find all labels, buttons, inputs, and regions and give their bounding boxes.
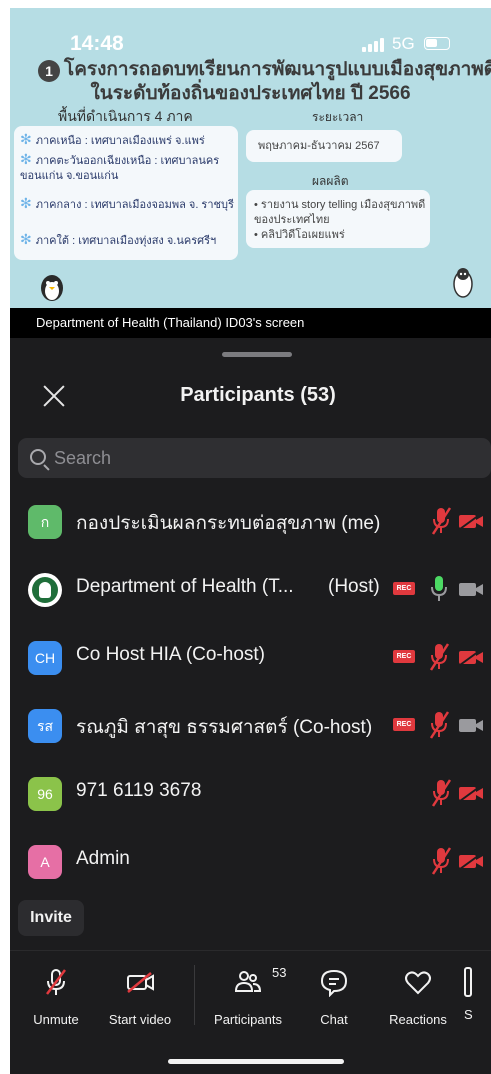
status-time: 14:48: [70, 32, 124, 55]
rec-badge: REC: [393, 718, 415, 731]
reactions-label: Reactions: [389, 1012, 447, 1027]
sheet-grabber[interactable]: [222, 352, 292, 357]
mic-muted-icon[interactable]: [428, 642, 450, 672]
participant-name: Co Host HIA (Co-host): [76, 644, 265, 665]
penguin-sticker-icon: [453, 268, 473, 298]
participants-icon: [234, 971, 262, 992]
participant-row[interactable]: ก กองประเมินผลกระทบต่อสุขภาพ (me): [10, 488, 491, 556]
participants-count: 53: [272, 965, 287, 980]
search-icon: [30, 449, 46, 465]
panel-title: Participants (53): [180, 384, 336, 406]
signal-icon: [362, 36, 386, 52]
areas-heading: พื้นที่ดำเนินการ 4 ภาค: [58, 108, 193, 124]
mic-muted-icon[interactable]: [430, 778, 452, 808]
participants-sheet: Participants (53) Search ก กองประเมินผลก…: [10, 338, 491, 1074]
mic-muted-icon[interactable]: [430, 846, 452, 876]
participant-row[interactable]: 96 971 6119 3678: [10, 760, 491, 828]
participant-name: Department of Health (T...: [76, 576, 294, 597]
video-off-icon[interactable]: [458, 852, 484, 870]
participants-label: Participants: [214, 1012, 282, 1027]
video-off-icon: [127, 972, 154, 993]
avatar: CH: [28, 641, 62, 675]
mic-muted-icon: [46, 969, 66, 995]
network-label: 5G: [392, 34, 415, 53]
start-video-label: Start video: [108, 1012, 172, 1027]
meeting-toolbar: Unmute Start video Participants 53 Chat …: [10, 950, 491, 1074]
chat-button[interactable]: Chat: [294, 967, 374, 1027]
phone-screen: 14:48 5G 1 โครงการถอดบทเรียนการพัฒนารูปแ…: [10, 8, 491, 1074]
toolbar-divider: [194, 965, 195, 1025]
search-placeholder: Search: [54, 448, 112, 468]
output-panel: • รายงาน story telling เมืองสุขภาพดี ของ…: [246, 190, 430, 248]
unmute-button[interactable]: Unmute: [16, 967, 96, 1027]
reactions-button[interactable]: Reactions: [378, 967, 458, 1027]
more-icon: [464, 967, 472, 997]
snowflake-icon: ✻: [20, 151, 32, 167]
mic-muted-icon[interactable]: [430, 506, 452, 536]
video-on-icon[interactable]: [458, 716, 484, 734]
snowflake-icon: ✻: [20, 231, 32, 247]
participant-name: รณภูมิ สาสุข ธรรมศาสตร์ (Co-host): [76, 717, 373, 738]
participant-row[interactable]: Department of Health (T... (Host) REC: [10, 556, 491, 624]
area-item: ✻ ภาคใต้ : เทศบาลเมืองทุ่งสง จ.นครศรีฯ: [20, 231, 217, 248]
video-off-icon[interactable]: [458, 512, 484, 530]
output-item: • รายงาน story telling เมืองสุขภาพดี ของ…: [254, 199, 426, 226]
participant-name: 971 6119 3678: [76, 780, 202, 801]
participant-name: กองประเมินผลกระทบต่อสุขภาพ (me): [76, 513, 381, 534]
avatar: 96: [28, 777, 62, 811]
area-item: ✻ ภาคเหนือ : เทศบาลเมืองแพร่ จ.แพร่: [20, 131, 205, 148]
area-item: ✻ ภาคกลาง : เทศบาลเมืองจอมพล จ. ราชบุรี: [20, 195, 234, 212]
participant-row[interactable]: A Admin: [10, 828, 491, 896]
video-off-icon[interactable]: [458, 784, 484, 802]
penguin-sticker-icon: [41, 275, 63, 301]
areas-panel: ✻ ภาคเหนือ : เทศบาลเมืองแพร่ จ.แพร่ ✻ ภาคต…: [14, 126, 238, 260]
output-item: • คลิปวิดีโอเผยแพร่: [254, 229, 345, 241]
snowflake-icon: ✻: [20, 131, 32, 147]
invite-button[interactable]: Invite: [18, 900, 84, 936]
period-panel: พฤษภาคม-ธันวาคม 2567: [246, 130, 402, 162]
heart-icon: [405, 971, 431, 995]
participant-row[interactable]: CH Co Host HIA (Co-host) REC: [10, 624, 491, 692]
home-indicator[interactable]: [168, 1059, 344, 1064]
battery-icon: [424, 37, 450, 50]
video-off-icon[interactable]: [458, 648, 484, 666]
participant-row[interactable]: รส รณภูมิ สาสุข ธรรมศาสตร์ (Co-host) REC: [10, 692, 491, 760]
period-heading: ระยะเวลา: [312, 110, 364, 124]
rec-badge: REC: [393, 650, 415, 663]
avatar: รส: [28, 709, 62, 743]
chat-label: Chat: [320, 1012, 348, 1027]
department-logo-icon: [28, 573, 62, 607]
chat-icon: [320, 969, 348, 998]
mic-muted-icon[interactable]: [428, 710, 450, 740]
start-video-button[interactable]: Start video: [100, 967, 180, 1027]
shared-screen: 14:48 5G 1 โครงการถอดบทเรียนการพัฒนารูปแ…: [10, 8, 491, 308]
status-bar: 14:48 5G: [10, 32, 491, 56]
mic-on-icon[interactable]: [428, 574, 450, 604]
area-item: ✻ ภาคตะวันออกเฉียงเหนือ : เทศบาลนคร ขอนแก…: [20, 151, 220, 183]
period-text: พฤษภาคม-ธันวาคม 2567: [258, 140, 380, 152]
participant-name: Admin: [76, 848, 130, 869]
more-label: S: [464, 1007, 473, 1022]
share-label: Department of Health (Thailand) ID03's s…: [10, 308, 491, 338]
avatar: A: [28, 845, 62, 879]
output-heading: ผลผลิต: [312, 174, 349, 188]
rec-badge: REC: [393, 582, 415, 595]
participant-role: (Host): [328, 576, 380, 597]
snowflake-icon: ✻: [20, 195, 32, 211]
more-button[interactable]: S: [464, 967, 491, 1022]
avatar: ก: [28, 505, 62, 539]
slide-title-line2: ในระดับท้องถิ่นของประเทศไทย ปี 2566: [90, 83, 411, 104]
search-input[interactable]: Search: [18, 438, 491, 478]
unmute-label: Unmute: [33, 1012, 79, 1027]
video-on-icon[interactable]: [458, 580, 484, 598]
